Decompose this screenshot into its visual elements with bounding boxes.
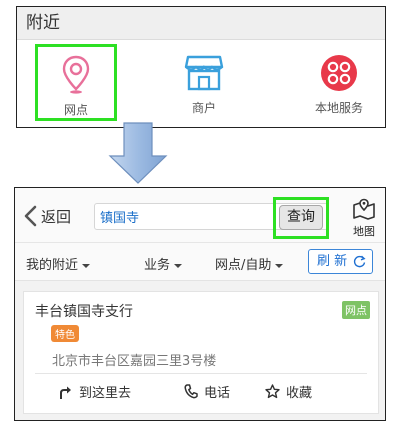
chevron-left-icon (24, 205, 37, 227)
star-icon (265, 384, 280, 399)
filter-bar: 我的附近 业务 网点/自助 刷 新 (15, 243, 385, 281)
filter-outlet-type-dropdown[interactable]: 网点/自助 (215, 254, 284, 273)
favorite-label: 收藏 (286, 386, 313, 401)
caret-down-icon (82, 263, 91, 268)
category-local-services[interactable]: 本地服务 (294, 45, 384, 116)
category-outlets-label: 网点 (63, 103, 88, 117)
query-highlight: 查询 (273, 197, 329, 239)
divider (35, 373, 367, 374)
phone-icon (184, 384, 198, 399)
map-icon (353, 198, 375, 220)
storefront-icon (184, 55, 224, 91)
search-input[interactable] (95, 204, 270, 228)
filter-nearby-label: 我的附近 (26, 258, 79, 273)
navigate-here-button[interactable]: 到这里去 (57, 382, 131, 401)
branch-address: 北京市丰台区嘉园三里3号楼 (52, 354, 217, 369)
featured-tag: 特色 (51, 325, 79, 342)
category-outlets[interactable]: 网点 (35, 44, 117, 121)
caret-down-icon (174, 263, 183, 268)
outlet-type-badge: 网点 (342, 301, 370, 319)
navigation-bar: 返回 查询 地图 (15, 188, 385, 243)
refresh-label: 刷 新 (317, 254, 348, 269)
navigate-label: 到这里去 (79, 386, 132, 401)
nearby-panel: 附近 网点 商户 本地服务 (16, 6, 386, 128)
filter-business-label: 业务 (144, 258, 171, 273)
directions-arrow-icon (60, 386, 71, 399)
filter-business-dropdown[interactable]: 业务 (144, 254, 183, 273)
down-arrow-icon (108, 122, 168, 184)
nearby-title: 附近 (17, 7, 385, 40)
caret-down-icon (275, 263, 284, 268)
call-label: 电话 (204, 386, 231, 401)
branch-name: 丰台镇国寺支行 (35, 304, 133, 320)
services-icon (321, 55, 357, 91)
back-label: 返回 (41, 207, 72, 226)
search-results-screen: 返回 查询 地图 我的附近 业务 网点/自助 刷 新 (14, 187, 386, 421)
back-button[interactable]: 返回 (23, 205, 71, 227)
refresh-button[interactable]: 刷 新 (308, 249, 373, 274)
result-card[interactable]: 丰台镇国寺支行 网点 特色 北京市丰台区嘉园三里3号楼 到这里去 电话 收藏 (23, 291, 379, 414)
refresh-icon (353, 255, 366, 268)
map-label: 地图 (353, 225, 375, 238)
category-merchants-label: 商户 (191, 101, 216, 115)
category-merchants[interactable]: 商户 (159, 45, 249, 116)
filter-nearby-dropdown[interactable]: 我的附近 (26, 254, 91, 273)
category-local-services-label: 本地服务 (314, 101, 363, 115)
favorite-button[interactable]: 收藏 (265, 382, 312, 401)
call-button[interactable]: 电话 (184, 382, 230, 401)
filter-outlet-type-label: 网点/自助 (215, 258, 272, 273)
map-button[interactable]: 地图 (349, 198, 379, 239)
location-pin-icon (62, 55, 90, 94)
query-button[interactable]: 查询 (279, 205, 323, 230)
